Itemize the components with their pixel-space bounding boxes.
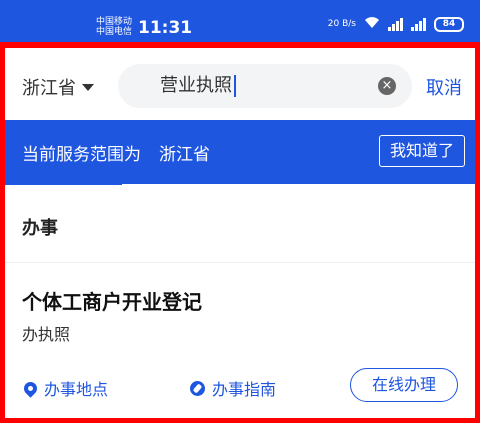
carrier-secondary: 中国电信 <box>96 27 133 37</box>
guide-label: 办事指南 <box>212 380 277 399</box>
scope-region: 浙江省 <box>159 145 210 165</box>
location-pin-icon <box>21 378 40 398</box>
status-indicators: 20 B/s 84 <box>328 16 464 32</box>
compass-icon <box>190 380 205 396</box>
got-it-button[interactable]: 我知道了 <box>379 135 465 167</box>
scope-label: 当前服务范围为 <box>22 145 141 165</box>
scope-text: 当前服务范围为 浙江省 <box>22 140 210 165</box>
carrier-primary: 中国移动 <box>96 17 133 27</box>
search-query-text: 营业执照 <box>160 75 236 97</box>
result-title[interactable]: 个体工商户开业登记 <box>22 286 202 315</box>
battery-indicator: 84 <box>434 16 464 32</box>
wifi-icon <box>364 16 380 32</box>
apply-online-button[interactable]: 在线办理 <box>350 368 458 402</box>
region-label: 浙江省 <box>22 78 76 99</box>
location-label: 办事地点 <box>44 380 109 399</box>
signal-icon <box>388 17 403 31</box>
section-title: 办事 <box>22 218 58 239</box>
network-speed: 20 B/s <box>327 18 356 29</box>
tab-indicator <box>0 181 122 185</box>
caret-down-icon <box>82 83 94 91</box>
result-subtitle: 办执照 <box>22 325 71 344</box>
region-selector[interactable]: 浙江省 <box>22 74 94 100</box>
status-time: 11:31 <box>138 18 193 38</box>
service-scope-banner: 当前服务范围为 浙江省 我知道了 <box>0 120 480 184</box>
search-input[interactable]: 营业执照 × <box>118 64 412 108</box>
status-bar: 中国移动 中国电信 11:31 20 B/s 84 <box>0 0 480 44</box>
location-link[interactable]: 办事地点 <box>21 376 109 400</box>
divider <box>0 262 480 263</box>
cancel-button[interactable]: 取消 <box>426 74 462 100</box>
clear-icon[interactable]: × <box>378 77 396 95</box>
guide-link[interactable]: 办事指南 <box>190 376 276 400</box>
carrier-info: 中国移动 中国电信 <box>96 17 138 37</box>
signal-icon-secondary <box>411 17 426 31</box>
